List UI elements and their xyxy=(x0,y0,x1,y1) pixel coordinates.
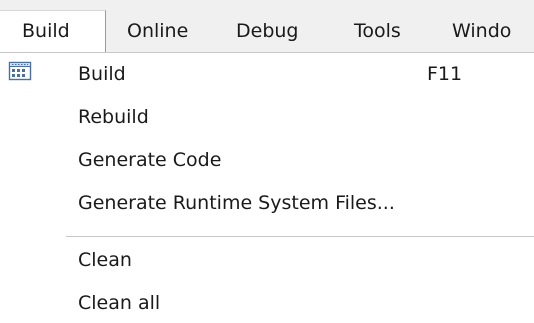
menu-item-label: Generate Runtime System Files... xyxy=(78,192,395,214)
build-dropdown-menu: Build F11 Rebuild Generate Code Generate… xyxy=(0,52,534,323)
build-icon xyxy=(8,61,32,81)
menu-online[interactable]: Online xyxy=(127,11,188,53)
menu-tools[interactable]: Tools xyxy=(354,11,401,53)
menu-item-label: Clean xyxy=(78,249,132,271)
menu-item-label: Rebuild xyxy=(78,106,149,128)
menu-item-clean-all[interactable]: Clean all xyxy=(0,284,534,322)
menu-item-shortcut: F11 xyxy=(427,63,463,85)
menu-item-label: Clean all xyxy=(78,292,161,314)
menu-bar: Build Online Debug Tools Windo xyxy=(0,0,534,52)
menu-item-generate-code[interactable]: Generate Code xyxy=(0,141,534,179)
menu-item-label: Build xyxy=(78,63,126,85)
menu-item-label: Generate Code xyxy=(78,149,222,171)
menu-separator xyxy=(66,236,534,237)
menu-build[interactable]: Build xyxy=(0,10,106,52)
menu-item-generate-runtime-system-files[interactable]: Generate Runtime System Files... xyxy=(0,184,534,222)
menu-item-rebuild[interactable]: Rebuild xyxy=(0,98,534,136)
menu-item-clean[interactable]: Clean xyxy=(0,241,534,279)
menu-window[interactable]: Windo xyxy=(452,11,511,53)
menu-item-build[interactable]: Build F11 xyxy=(0,55,534,93)
menu-debug[interactable]: Debug xyxy=(236,11,298,53)
